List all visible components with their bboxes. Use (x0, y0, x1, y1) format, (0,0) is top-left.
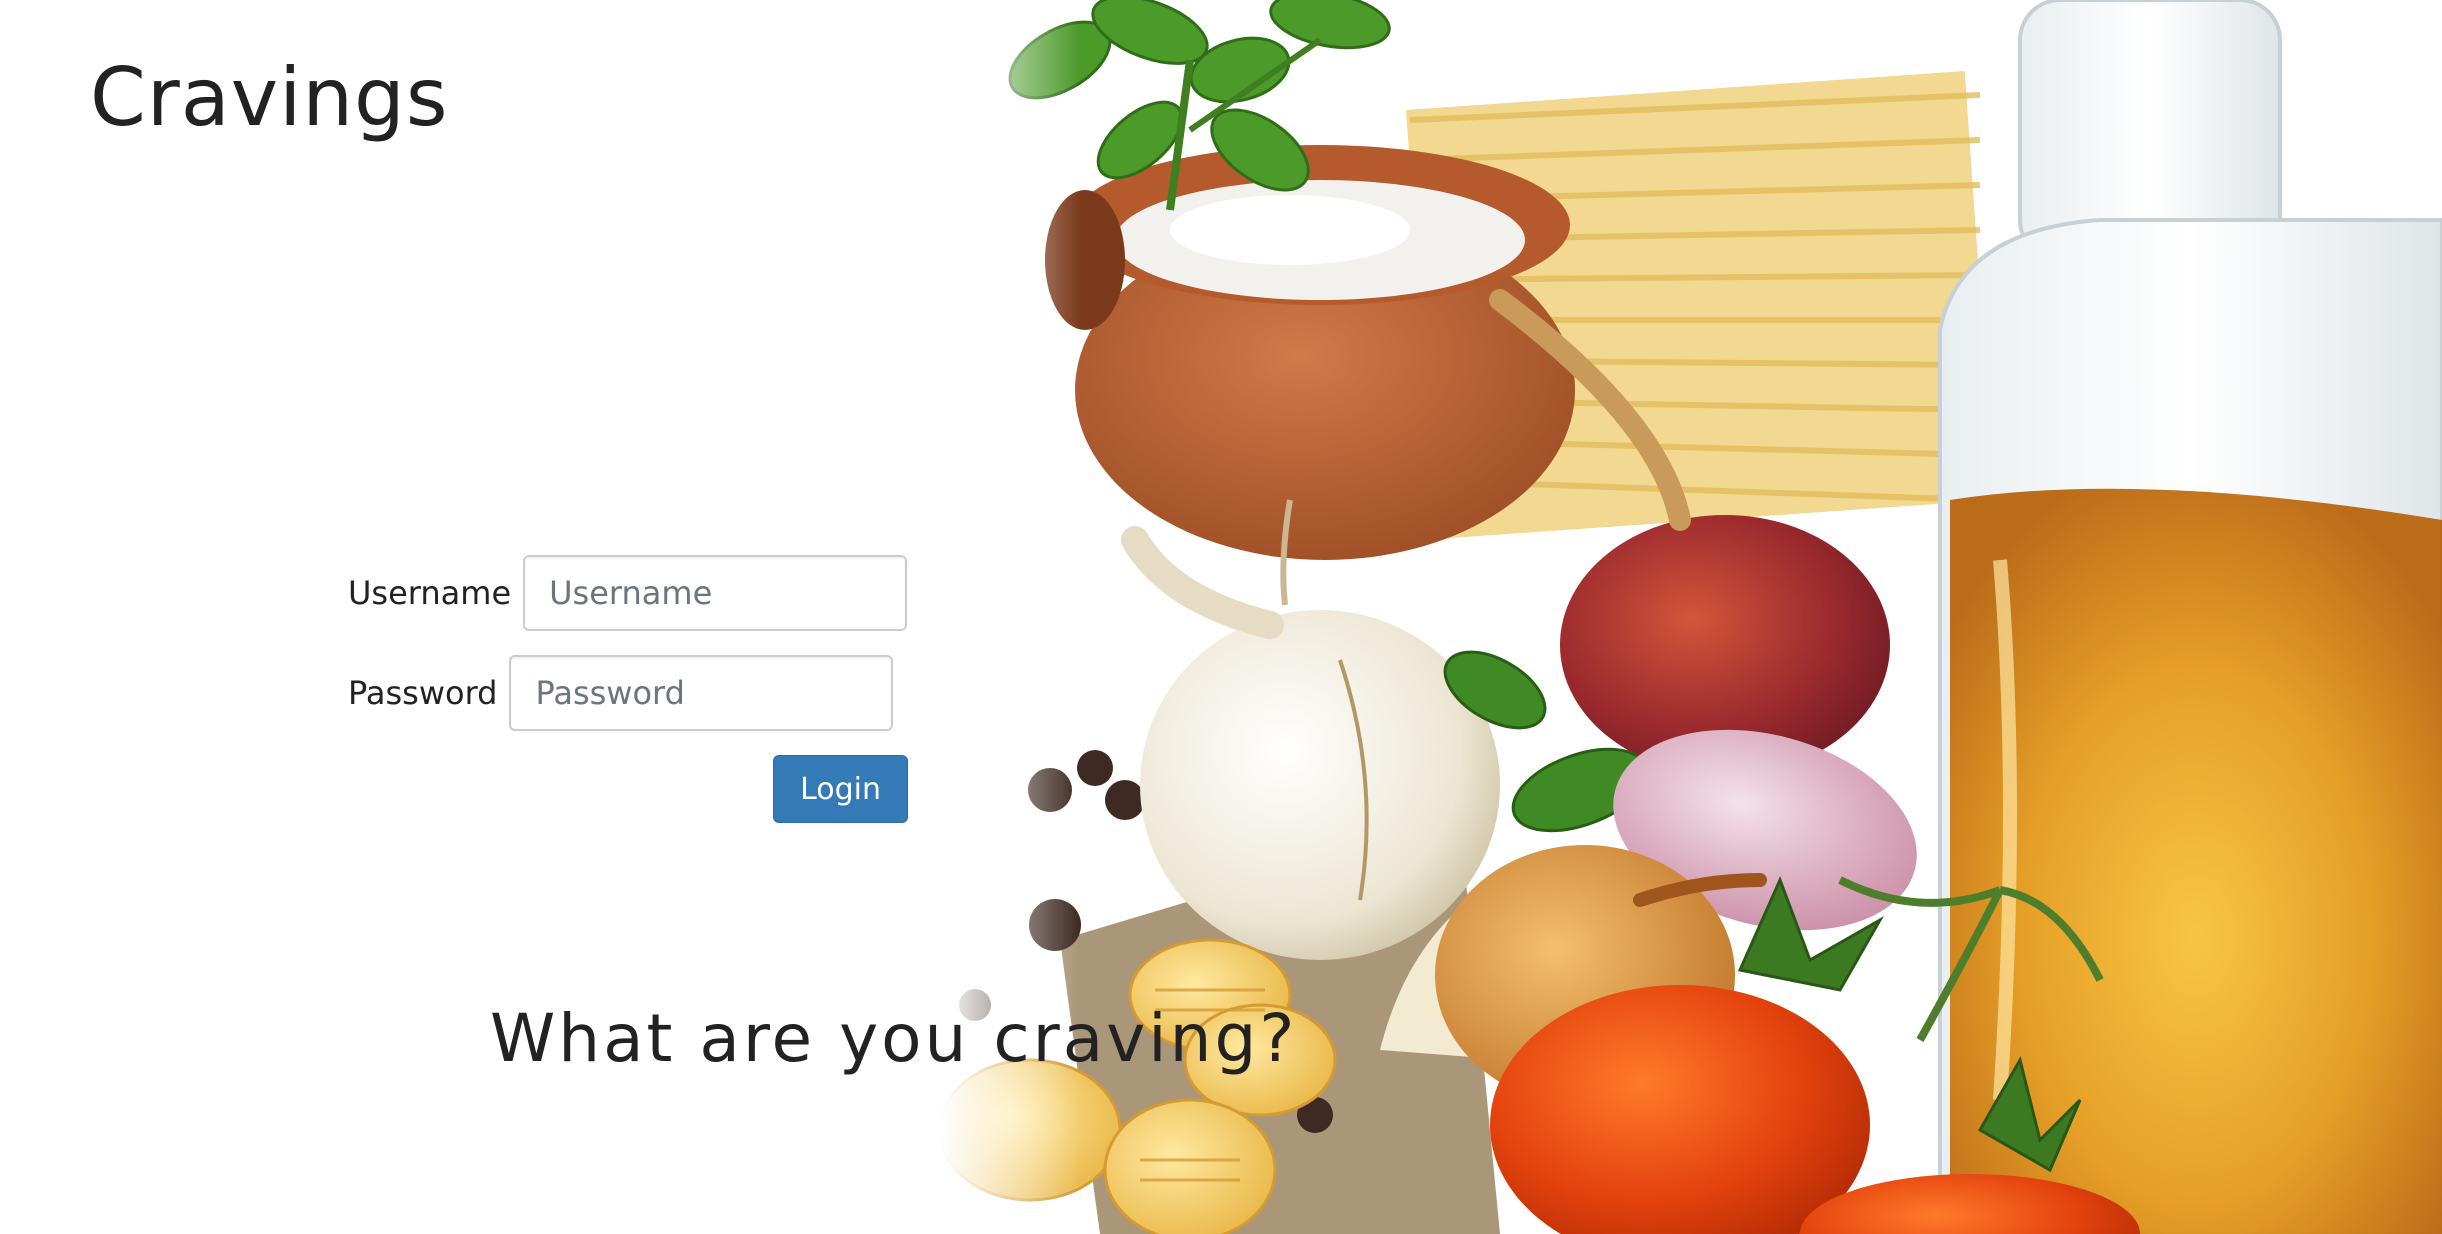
app-title: Cravings (90, 51, 449, 144)
login-actions: Login (348, 755, 908, 823)
login-form: Username Password Login (348, 555, 908, 823)
username-label: Username (348, 574, 512, 612)
tagline: What are you craving? (490, 1000, 1298, 1077)
login-page: Cravings Username Password Login What ar… (0, 0, 2442, 1234)
login-button[interactable]: Login (773, 755, 908, 823)
password-label: Password (348, 674, 498, 712)
username-row: Username (348, 555, 908, 631)
password-row: Password (348, 655, 908, 731)
username-input[interactable] (523, 555, 908, 631)
password-input[interactable] (509, 655, 894, 731)
